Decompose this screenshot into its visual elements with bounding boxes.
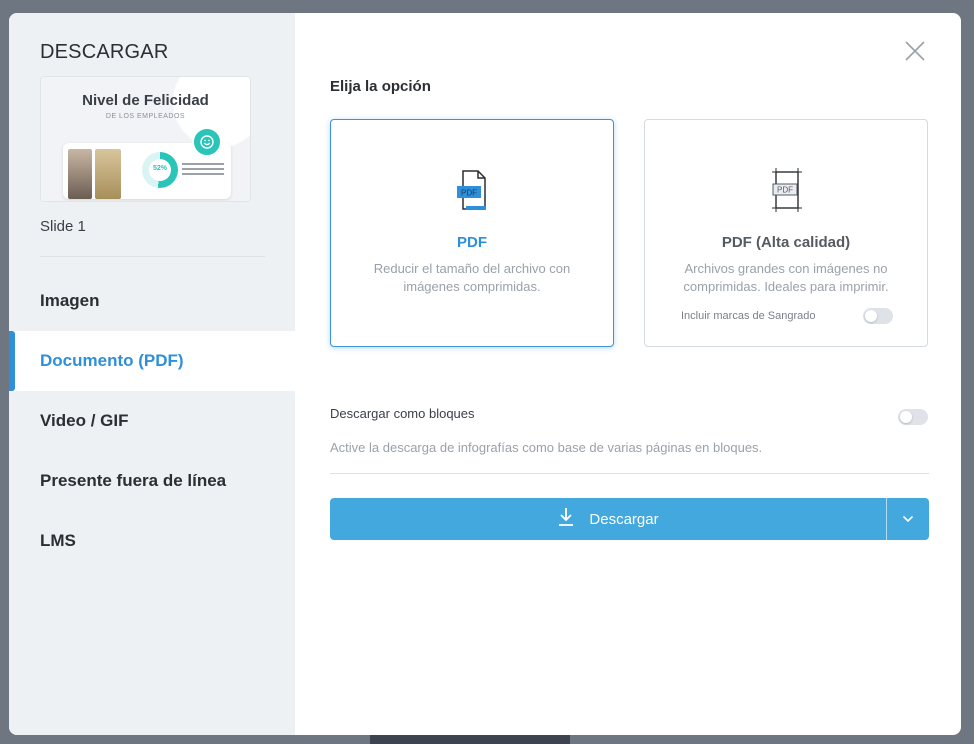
nav-item-imagen[interactable]: Imagen — [9, 271, 295, 331]
bleed-marks-row: Incluir marcas de Sangrado — [681, 307, 893, 325]
thumbnail-title: Nivel de Felicidad — [82, 92, 209, 109]
option-title: PDF (Alta calidad) — [721, 234, 851, 251]
option-description: Reducir el tamaño del archivo con imágen… — [373, 261, 571, 294]
close-icon[interactable] — [903, 39, 927, 63]
option-description: Archivos grandes con imágenes no comprim… — [683, 261, 889, 294]
option-title: PDF — [457, 234, 487, 251]
download-button[interactable]: Descargar — [330, 498, 886, 540]
thumbnail-percent: 52% — [152, 165, 167, 172]
thumbnail-photo — [95, 149, 121, 199]
blocks-toggle[interactable] — [898, 409, 928, 425]
download-button-label: Descargar — [589, 510, 659, 528]
thumbnail-subtitle: DE LOS EMPLEADOS — [105, 113, 186, 120]
download-icon — [557, 507, 575, 531]
bleed-marks-toggle[interactable] — [863, 308, 893, 324]
thumbnail-photo — [68, 149, 92, 199]
download-button-group: Descargar — [330, 498, 929, 540]
nav-item-video-gif[interactable]: Video / GIF — [9, 391, 295, 451]
option-pdf[interactable]: PDF PDF Reducir el tamaño del archivo co… — [330, 119, 614, 347]
download-dialog: DESCARGAR Nivel de Felicidad DE LOS EMPL… — [9, 13, 961, 735]
smiley-icon — [192, 127, 222, 157]
section-title: Elija la opción — [330, 78, 431, 95]
option-pdf-high-quality[interactable]: PDF PDF (Alta calidad) Archivos grandes … — [644, 119, 928, 347]
format-nav: Imagen Documento (PDF) Video / GIF Prese… — [9, 271, 295, 571]
slide-label: Slide 1 — [40, 218, 86, 235]
blocks-label: Descargar como bloques — [330, 406, 475, 421]
svg-text:PDF: PDF — [777, 186, 793, 195]
chevron-down-icon[interactable] — [887, 498, 929, 540]
dialog-title: DESCARGAR — [40, 41, 169, 63]
button-split-divider — [886, 498, 887, 540]
pdf-bleed-icon: PDF — [766, 168, 806, 217]
slide-thumbnail[interactable]: Nivel de Felicidad DE LOS EMPLEADOS 52% — [40, 76, 251, 202]
pdf-file-icon: PDF — [454, 168, 490, 217]
blocks-description: Active la descarga de infografías como b… — [330, 440, 763, 455]
background-canvas — [370, 734, 570, 744]
sidebar: DESCARGAR Nivel de Felicidad DE LOS EMPL… — [9, 13, 295, 735]
nav-item-documento-pdf[interactable]: Documento (PDF) — [9, 331, 295, 391]
divider — [330, 473, 929, 474]
main-panel: Elija la opción PDF PDF Reducir el tamañ… — [295, 13, 961, 735]
thumbnail-text-lines — [182, 163, 224, 178]
svg-text:PDF: PDF — [461, 189, 477, 198]
divider — [40, 256, 265, 257]
nav-item-presente-offline[interactable]: Presente fuera de línea — [9, 451, 295, 511]
nav-item-lms[interactable]: LMS — [9, 511, 295, 571]
bleed-marks-label: Incluir marcas de Sangrado — [681, 310, 816, 322]
